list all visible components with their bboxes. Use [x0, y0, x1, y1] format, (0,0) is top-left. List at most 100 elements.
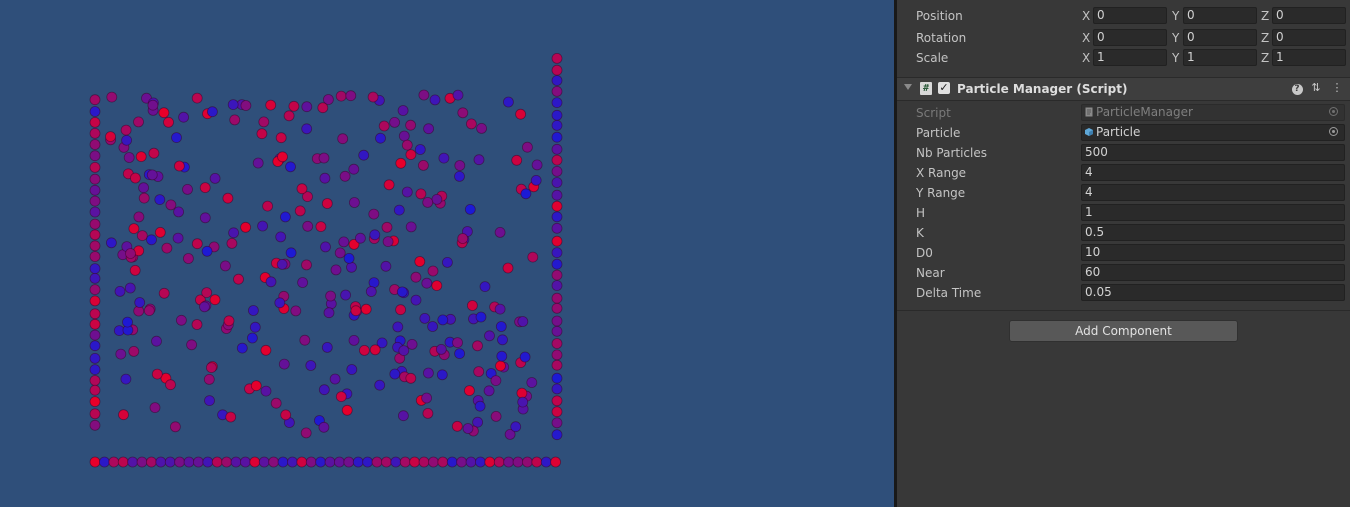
transform-rotation-row: Rotation X 0 Y 0 Z 0	[897, 28, 1350, 48]
position-z-field[interactable]: 0	[1272, 7, 1346, 24]
particle	[89, 184, 101, 196]
rotation-label: Rotation	[916, 31, 967, 45]
particle	[551, 429, 563, 441]
particle-object-field[interactable]: Particle	[1081, 124, 1345, 141]
add-component-button[interactable]: Add Component	[1009, 320, 1238, 342]
particle	[209, 294, 221, 306]
context-menu-icon[interactable]: ⋮	[1330, 81, 1344, 95]
rotation-y-field[interactable]: 0	[1183, 29, 1257, 46]
particle	[204, 395, 215, 407]
particle	[422, 407, 434, 419]
scale-z-axis-label[interactable]: Z	[1261, 51, 1269, 65]
particle	[415, 188, 427, 200]
scale-label: Scale	[916, 51, 949, 65]
particle	[161, 242, 173, 254]
particle	[551, 53, 563, 64]
y-range-field[interactable]: 4	[1081, 184, 1345, 201]
help-icon[interactable]: ?	[1290, 81, 1304, 95]
particle	[151, 335, 162, 347]
h-field[interactable]: 1	[1081, 204, 1345, 221]
particle	[125, 248, 136, 259]
scene-view[interactable]	[0, 0, 894, 507]
scale-x-axis-label[interactable]: X	[1082, 51, 1090, 65]
particle	[209, 172, 221, 184]
scale-z-field[interactable]: 1	[1272, 49, 1346, 66]
rotation-x-axis-label[interactable]: X	[1082, 31, 1090, 45]
enable-checkbox[interactable]: ✓	[938, 82, 950, 94]
scale-y-axis-label[interactable]: Y	[1172, 51, 1179, 65]
particle	[503, 456, 515, 468]
foldout-arrow-icon[interactable]	[904, 84, 912, 90]
particle	[519, 351, 531, 363]
particle	[550, 456, 561, 468]
particle	[517, 396, 529, 408]
position-x-field[interactable]: 0	[1093, 7, 1167, 24]
particle	[396, 286, 408, 298]
particle	[123, 152, 135, 163]
particle-row: Particle Particle	[897, 123, 1350, 143]
x-range-label: X Range	[916, 166, 967, 180]
particle	[551, 211, 563, 223]
particle	[397, 410, 409, 422]
k-field[interactable]: 0.5	[1081, 224, 1345, 241]
delta-time-field[interactable]: 0.05	[1081, 284, 1345, 301]
position-x-axis-label[interactable]: X	[1082, 9, 1090, 23]
rotation-z-field[interactable]: 0	[1272, 29, 1346, 46]
particle	[473, 366, 485, 378]
d0-field[interactable]: 10	[1081, 244, 1345, 261]
component-divider	[897, 310, 1350, 311]
particle	[296, 456, 308, 468]
near-field[interactable]: 60	[1081, 264, 1345, 281]
particle	[330, 264, 342, 276]
particle	[484, 456, 496, 468]
particle	[149, 402, 161, 414]
component-header[interactable]: # ✓ Particle Manager (Script) ? ⇅ ⋮	[897, 77, 1350, 101]
particle	[191, 238, 203, 250]
particle	[89, 173, 101, 185]
particle	[437, 314, 449, 326]
particle	[494, 226, 506, 238]
particle	[211, 456, 223, 468]
particle	[405, 221, 417, 233]
particle	[260, 385, 272, 397]
rotation-y-axis-label[interactable]: Y	[1172, 31, 1179, 45]
scale-y-field[interactable]: 1	[1183, 49, 1257, 66]
position-z-axis-label[interactable]: Z	[1261, 9, 1269, 23]
particle	[465, 118, 477, 130]
y-range-label: Y Range	[916, 186, 966, 200]
particle	[495, 321, 507, 332]
particle	[374, 379, 386, 391]
particle	[348, 163, 360, 175]
particle	[201, 245, 213, 257]
particle	[277, 456, 289, 468]
particle	[89, 308, 101, 320]
particle	[229, 114, 241, 126]
rotation-z-axis-label[interactable]: Z	[1261, 31, 1269, 45]
particle	[146, 169, 158, 181]
particle	[466, 300, 478, 311]
particle	[175, 314, 187, 326]
particle	[414, 144, 426, 155]
particle	[299, 334, 311, 346]
presets-icon[interactable]: ⇅	[1309, 81, 1323, 95]
particle	[186, 339, 198, 351]
d0-label: D0	[916, 246, 933, 260]
particle	[138, 182, 150, 194]
particle	[401, 186, 413, 198]
particle	[106, 237, 117, 249]
particle	[551, 247, 563, 259]
scale-x-field[interactable]: 1	[1093, 49, 1167, 66]
particle	[405, 149, 417, 161]
rotation-x-field[interactable]: 0	[1093, 29, 1167, 46]
particle	[230, 456, 242, 468]
position-y-field[interactable]: 0	[1183, 7, 1257, 24]
nb-particles-field[interactable]: 500	[1081, 144, 1345, 161]
particle	[225, 411, 237, 423]
particle	[199, 212, 211, 224]
particle	[133, 116, 144, 128]
particle	[226, 237, 238, 249]
particle	[127, 456, 139, 468]
object-picker-icon[interactable]	[1329, 127, 1338, 136]
x-range-field[interactable]: 4	[1081, 164, 1345, 181]
position-y-axis-label[interactable]: Y	[1172, 9, 1179, 23]
